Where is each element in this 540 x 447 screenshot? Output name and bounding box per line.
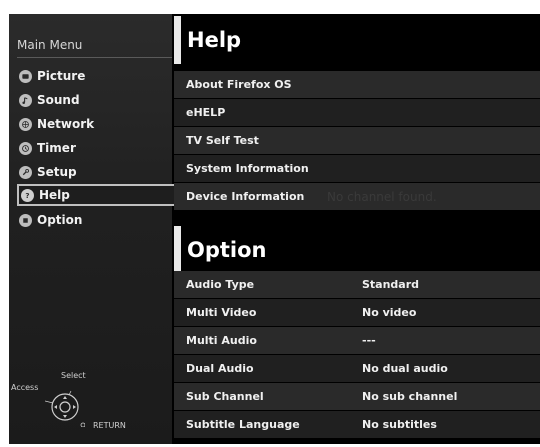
row-label: TV Self Test <box>186 134 259 147</box>
help-section-title: Help <box>187 28 242 52</box>
menu-item-label: Help <box>39 188 70 202</box>
option-row-multi-audio[interactable]: Multi Audio --- <box>174 327 540 354</box>
row-value: --- <box>362 334 376 347</box>
row-label: Subtitle Language <box>186 418 300 431</box>
svg-text:?: ? <box>25 191 29 200</box>
timer-icon <box>19 141 32 155</box>
menu-item-label: Network <box>37 117 95 131</box>
menu-item-label: Sound <box>37 93 80 107</box>
option-row-audio-type[interactable]: Audio Type Standard <box>174 271 540 298</box>
row-value: Standard <box>362 278 420 291</box>
option-row-multi-video[interactable]: Multi Video No video <box>174 299 540 326</box>
menu-item-network[interactable]: Network <box>19 113 172 135</box>
row-value: No sub channel <box>362 390 458 403</box>
sound-icon <box>19 93 32 107</box>
main-menu-title: Main Menu <box>17 38 83 52</box>
return-hint-label: RETURN <box>93 421 126 430</box>
row-label: Audio Type <box>186 278 255 291</box>
section-accent-bar <box>174 226 181 274</box>
remote-control-hint: Select Access RETURN <box>9 369 172 447</box>
row-label: Dual Audio <box>186 362 254 375</box>
row-value: No video <box>362 306 417 319</box>
help-row-ehelp[interactable]: eHELP <box>174 99 540 126</box>
network-icon <box>19 117 32 131</box>
help-row-about-firefox-os[interactable]: About Firefox OS <box>174 71 540 98</box>
row-label: Sub Channel <box>186 390 264 403</box>
no-channel-message: No channel found. <box>327 190 437 204</box>
row-label: Device Information <box>186 190 305 203</box>
menu-item-option[interactable]: Option <box>19 209 172 231</box>
row-label: About Firefox OS <box>186 78 292 91</box>
option-row-dual-audio[interactable]: Dual Audio No dual audio <box>174 355 540 382</box>
section-accent-bar <box>174 16 181 64</box>
menu-item-label: Picture <box>37 69 86 83</box>
help-row-system-information[interactable]: System Information <box>174 155 540 182</box>
option-section-header: Option <box>174 226 540 274</box>
row-label: System Information <box>186 162 309 175</box>
row-label: eHELP <box>186 106 226 119</box>
menu-item-label: Setup <box>37 165 77 179</box>
dpad-icon <box>45 390 85 427</box>
menu-item-help[interactable]: ? Help <box>17 184 179 206</box>
row-label: Multi Audio <box>186 334 257 347</box>
menu-item-label: Option <box>37 213 83 227</box>
option-row-subtitle-language[interactable]: Subtitle Language No subtitles <box>174 411 540 438</box>
row-label: Multi Video <box>186 306 257 319</box>
setup-icon <box>19 165 32 179</box>
select-hint-label: Select <box>61 371 86 380</box>
row-value: No dual audio <box>362 362 448 375</box>
option-icon <box>19 213 32 227</box>
main-menu-divider <box>17 57 172 58</box>
menu-item-timer[interactable]: Timer <box>19 137 172 159</box>
content-panel: Help About Firefox OS eHELP TV Self Test… <box>174 14 540 444</box>
row-value: No subtitles <box>362 418 437 431</box>
option-row-sub-channel[interactable]: Sub Channel No sub channel <box>174 383 540 410</box>
help-row-tv-self-test[interactable]: TV Self Test <box>174 127 540 154</box>
menu-item-sound[interactable]: Sound <box>19 89 172 111</box>
access-hint-label: Access <box>11 383 39 392</box>
menu-item-picture[interactable]: Picture <box>19 65 172 87</box>
picture-icon <box>19 69 32 83</box>
option-section-title: Option <box>187 238 267 262</box>
menu-item-setup[interactable]: Setup <box>19 161 172 183</box>
menu-item-label: Timer <box>37 141 76 155</box>
main-menu-panel: Main Menu Picture Sound Network Timer Se… <box>9 14 179 447</box>
help-section-header: Help <box>174 16 540 64</box>
help-icon: ? <box>21 188 34 202</box>
tv-menu-screen: Main Menu Picture Sound Network Timer Se… <box>0 0 540 447</box>
